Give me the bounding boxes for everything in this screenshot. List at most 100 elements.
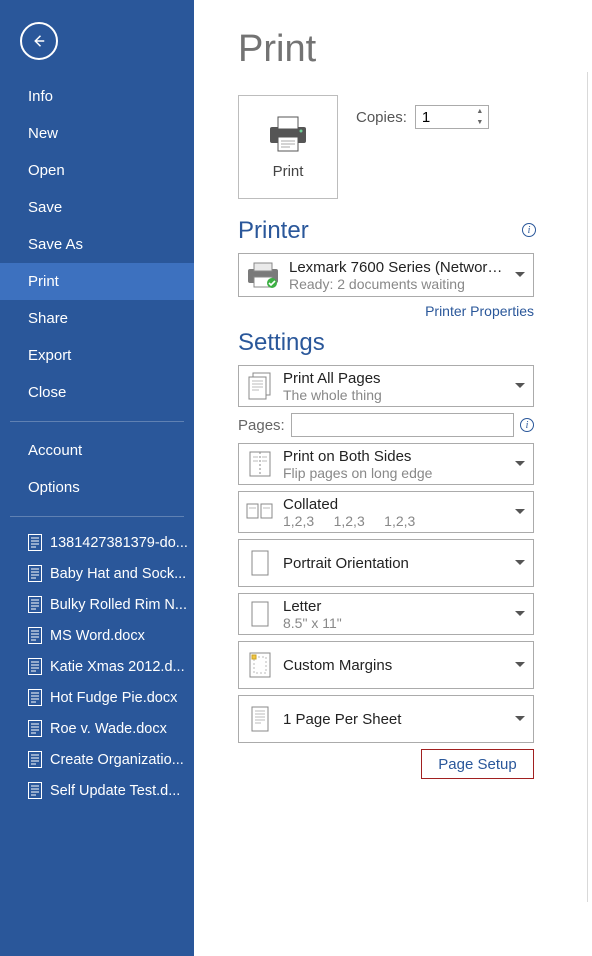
nav-export[interactable]: Export	[0, 337, 194, 374]
portrait-icon	[245, 546, 275, 580]
chevron-down-icon	[515, 662, 525, 668]
print-scope-sub: The whole thing	[283, 387, 509, 403]
nav-info[interactable]: Info	[0, 78, 194, 115]
print-scope-title: Print All Pages	[283, 370, 509, 387]
recent-doc-label: Baby Hat and Sock...	[50, 566, 186, 582]
printer-properties-link[interactable]: Printer Properties	[425, 303, 534, 319]
sheet-icon	[245, 702, 275, 736]
pages-icon	[245, 369, 275, 403]
nav-save-as[interactable]: Save As	[0, 226, 194, 263]
print-button[interactable]: Print	[238, 95, 338, 199]
printer-info-icon[interactable]: i	[522, 223, 536, 237]
recent-doc[interactable]: Hot Fudge Pie.docx	[0, 682, 194, 713]
pages-per-sheet-dropdown[interactable]: 1 Page Per Sheet	[238, 695, 534, 743]
print-button-label: Print	[273, 163, 304, 180]
print-sides-title: Print on Both Sides	[283, 448, 509, 465]
nav-open[interactable]: Open	[0, 152, 194, 189]
print-scope-dropdown[interactable]: Print All Pages The whole thing	[238, 365, 534, 407]
recent-doc[interactable]: Katie Xmas 2012.d...	[0, 651, 194, 682]
document-icon	[28, 782, 42, 799]
divider	[587, 72, 588, 902]
recent-doc-label: Hot Fudge Pie.docx	[50, 690, 177, 706]
duplex-icon	[245, 447, 275, 481]
recent-doc-label: 1381427381379-do...	[50, 535, 188, 551]
recent-doc-label: Bulky Rolled Rim N...	[50, 597, 187, 613]
document-icon	[28, 751, 42, 768]
page-title: Print	[238, 28, 592, 71]
recent-doc[interactable]: Create Organizatio...	[0, 744, 194, 775]
pages-label: Pages:	[238, 417, 285, 434]
document-icon	[28, 627, 42, 644]
printer-name: Lexmark 7600 Series (Network)...	[289, 259, 509, 276]
margins-icon	[245, 648, 275, 682]
chevron-down-icon	[515, 383, 525, 389]
nav-new[interactable]: New	[0, 115, 194, 152]
printer-icon	[266, 115, 310, 153]
nav-separator	[10, 516, 184, 517]
nav-account[interactable]: Account	[0, 432, 194, 469]
printer-dropdown[interactable]: Lexmark 7600 Series (Network)... Ready: …	[238, 253, 534, 297]
back-button[interactable]	[20, 22, 58, 60]
chevron-down-icon	[515, 461, 525, 467]
pages-info-icon[interactable]: i	[520, 418, 534, 432]
recent-doc[interactable]: Baby Hat and Sock...	[0, 558, 194, 589]
printer-status: Ready: 2 documents waiting	[289, 276, 509, 292]
nav-share[interactable]: Share	[0, 300, 194, 337]
paper-sub: 8.5" x 11"	[283, 615, 509, 631]
nav-options[interactable]: Options	[0, 469, 194, 506]
document-icon	[28, 720, 42, 737]
nav-save[interactable]: Save	[0, 189, 194, 226]
chevron-down-icon	[515, 560, 525, 566]
document-icon	[28, 689, 42, 706]
orientation-dropdown[interactable]: Portrait Orientation	[238, 539, 534, 587]
copies-input[interactable]	[416, 109, 472, 126]
document-icon	[28, 534, 42, 551]
margins-title: Custom Margins	[283, 657, 509, 674]
recent-doc[interactable]: 1381427381379-do...	[0, 527, 194, 558]
recent-doc[interactable]: Self Update Test.d...	[0, 775, 194, 806]
collate-sub: 1,2,3 1,2,3 1,2,3	[283, 513, 509, 529]
copies-label: Copies:	[356, 109, 407, 126]
collate-dropdown[interactable]: Collated 1,2,3 1,2,3 1,2,3	[238, 491, 534, 533]
recent-doc-label: Roe v. Wade.docx	[50, 721, 167, 737]
nav-close[interactable]: Close	[0, 374, 194, 411]
recent-doc-label: Self Update Test.d...	[50, 783, 180, 799]
printer-section-header: Printer i	[238, 217, 592, 245]
chevron-down-icon	[515, 611, 525, 617]
collate-icon	[245, 495, 275, 529]
copies-up-button[interactable]: ▲	[472, 106, 488, 117]
recent-doc[interactable]: Roe v. Wade.docx	[0, 713, 194, 744]
nav-separator	[10, 421, 184, 422]
paper-title: Letter	[283, 598, 509, 615]
recent-doc[interactable]: MS Word.docx	[0, 620, 194, 651]
page-icon	[245, 597, 275, 631]
page-setup-highlight: Page Setup	[421, 749, 534, 779]
printer-device-icon	[245, 257, 281, 293]
copies-spinner[interactable]: ▲ ▼	[415, 105, 489, 129]
orientation-title: Portrait Orientation	[283, 555, 509, 572]
document-icon	[28, 596, 42, 613]
chevron-down-icon	[515, 509, 525, 515]
recent-doc-label: Create Organizatio...	[50, 752, 184, 768]
chevron-down-icon	[515, 272, 525, 278]
pages-input[interactable]	[291, 413, 514, 437]
print-pane: Print Print Copies: ▲ ▼	[194, 0, 592, 956]
back-arrow-icon	[30, 32, 48, 50]
recent-doc-label: Katie Xmas 2012.d...	[50, 659, 185, 675]
print-sides-sub: Flip pages on long edge	[283, 465, 509, 481]
collate-title: Collated	[283, 496, 509, 513]
margins-dropdown[interactable]: Custom Margins	[238, 641, 534, 689]
nav-print[interactable]: Print	[0, 263, 194, 300]
print-sides-dropdown[interactable]: Print on Both Sides Flip pages on long e…	[238, 443, 534, 485]
recent-doc-label: MS Word.docx	[50, 628, 145, 644]
backstage-sidebar: Info New Open Save Save As Print Share E…	[0, 0, 194, 956]
pages-per-sheet-title: 1 Page Per Sheet	[283, 711, 509, 728]
paper-size-dropdown[interactable]: Letter 8.5" x 11"	[238, 593, 534, 635]
page-setup-link[interactable]: Page Setup	[438, 756, 516, 773]
document-icon	[28, 658, 42, 675]
chevron-down-icon	[515, 716, 525, 722]
copies-down-button[interactable]: ▼	[472, 117, 488, 128]
document-icon	[28, 565, 42, 582]
recent-doc[interactable]: Bulky Rolled Rim N...	[0, 589, 194, 620]
settings-section-header: Settings	[238, 329, 592, 357]
